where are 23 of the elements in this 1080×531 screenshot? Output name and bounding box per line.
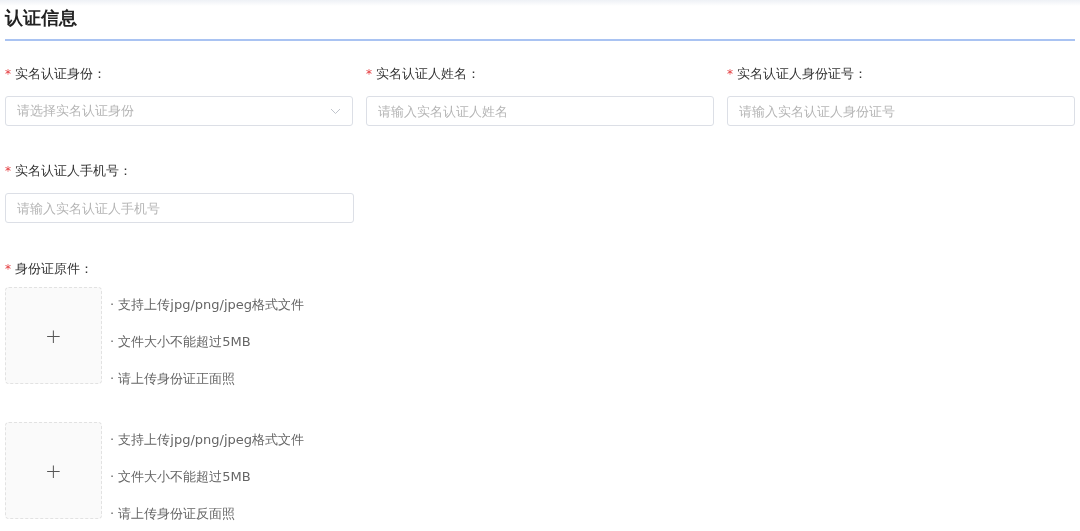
field-label: 实名认证人手机号： xyxy=(15,162,132,181)
required-mark: * xyxy=(366,66,372,83)
required-mark: * xyxy=(727,66,733,83)
input-field[interactable]: 请输入实名认证人手机号 xyxy=(5,193,354,223)
upload-hint: · 支持上传jpg/png/jpeg格式文件 xyxy=(110,296,304,314)
input-field[interactable]: 请输入实名认证人姓名 xyxy=(366,96,714,126)
field-label: 身份证原件： xyxy=(15,260,93,279)
field-label: 实名认证人身份证号： xyxy=(737,65,867,84)
required-mark: * xyxy=(5,66,11,83)
upload-hint: · 支持上传jpg/png/jpeg格式文件 xyxy=(110,431,304,449)
upload-hint: · 请上传身份证反面照 xyxy=(110,505,237,523)
upload-button[interactable]: + xyxy=(5,422,102,519)
upload-button[interactable]: + xyxy=(5,287,102,384)
upload-hint: · 请上传身份证正面照 xyxy=(110,370,237,388)
field-label: 实名认证人姓名： xyxy=(376,65,480,84)
upload-hint: · 文件大小不能超过5MB xyxy=(110,333,252,351)
section-title: 认证信息 xyxy=(5,6,77,30)
required-mark: * xyxy=(5,261,11,278)
input-field[interactable]: 请输入实名认证人身份证号 xyxy=(727,96,1075,126)
upload-hint: · 文件大小不能超过5MB xyxy=(110,468,252,486)
field-label: 实名认证身份： xyxy=(15,65,106,84)
chevron-down-icon xyxy=(330,107,341,115)
required-mark: * xyxy=(5,163,11,180)
